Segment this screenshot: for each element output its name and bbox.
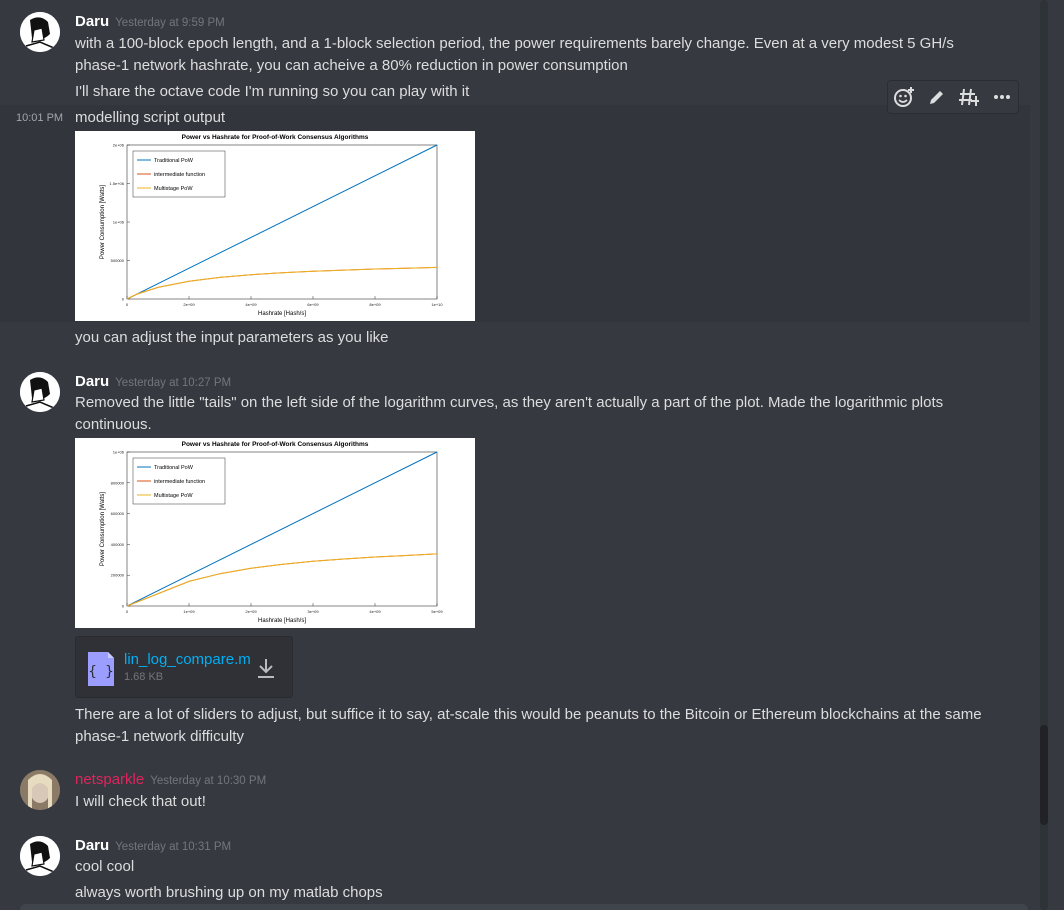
y-tick-label: 200000 xyxy=(111,573,125,578)
code-file-icon: { } xyxy=(88,652,114,686)
avatar[interactable] xyxy=(20,372,60,412)
message-text: phase-1 network hashrate, you can acheiv… xyxy=(75,57,628,74)
y-tick-label: 1e+06 xyxy=(113,220,125,225)
legend-label: intermediate function xyxy=(154,479,205,485)
y-axis-label: Power Consumption [Watts] xyxy=(100,492,106,566)
message-text: you can adjust the input parameters as y… xyxy=(75,329,389,346)
x-tick-label: 4e+09 xyxy=(245,302,257,307)
x-axis-label: Hashrate [Hash/s] xyxy=(258,618,306,624)
username[interactable]: netsparkle xyxy=(75,771,144,788)
avatar[interactable] xyxy=(20,770,60,810)
scrollbar-thumb[interactable] xyxy=(1040,725,1048,825)
x-tick-label: 3e+09 xyxy=(307,609,319,614)
chart-1: Power vs Hashrate for Proof-of-Work Cons… xyxy=(100,134,443,317)
timestamp: Yesterday at 10:27 PM xyxy=(115,377,232,389)
y-tick-label: 1.5e+06 xyxy=(109,181,124,186)
svg-text:{ }: { } xyxy=(88,664,113,680)
legend-label: Traditional PoW xyxy=(154,158,194,164)
timestamp: Yesterday at 9:59 PM xyxy=(115,17,225,29)
message-input-box[interactable] xyxy=(20,904,1028,910)
series-line xyxy=(126,266,438,300)
timestamp: Yesterday at 10:30 PM xyxy=(150,775,267,787)
message-header: Daru Yesterday at 10:27 PM xyxy=(75,373,231,391)
message-text: There are a lot of sliders to adjust, bu… xyxy=(75,706,982,723)
y-tick-label: 1e+06 xyxy=(113,450,125,455)
x-tick-label: 0 xyxy=(126,609,129,614)
edit-icon[interactable] xyxy=(925,85,949,109)
legend-label: Multistage PoW xyxy=(154,186,193,192)
y-tick-label: 500000 xyxy=(111,258,125,263)
username[interactable]: Daru xyxy=(75,837,109,854)
message-text: I will check that out! xyxy=(75,793,206,810)
file-size: 1.68 KB xyxy=(124,671,164,683)
file-attachment[interactable]: { } lin_log_compare.m 1.68 KB xyxy=(75,636,293,698)
series-line xyxy=(126,266,438,300)
legend-label: Traditional PoW xyxy=(154,465,194,471)
y-axis-label: Power Consumption [Watts] xyxy=(100,185,106,259)
legend: Traditional PoW intermediate function Mult… xyxy=(132,457,226,505)
chart-image-2[interactable]: Power vs Hashrate for Proof-of-Work Cons… xyxy=(75,438,475,628)
file-name-link[interactable]: lin_log_compare.m xyxy=(124,651,251,668)
series-line xyxy=(126,553,438,607)
message-text: cool cool xyxy=(75,858,135,875)
download-icon[interactable] xyxy=(256,657,276,679)
x-tick-label: 0 xyxy=(126,302,129,307)
message-text: always worth brushing up on my matlab ch… xyxy=(75,884,383,901)
x-tick-label: 4e+09 xyxy=(369,609,381,614)
add-reaction-icon[interactable] xyxy=(892,85,916,109)
message-text: modelling script output xyxy=(75,109,226,126)
legend-label: intermediate function xyxy=(154,172,205,178)
message-text: Removed the little "tails" on the left s… xyxy=(75,394,944,411)
more-icon[interactable] xyxy=(990,85,1014,109)
y-tick-label: 800000 xyxy=(111,480,125,485)
message-text: phase-1 network difficulty xyxy=(75,728,244,745)
x-tick-label: 1e+10 xyxy=(431,302,443,307)
series-line xyxy=(126,553,438,607)
y-tick-label: 600000 xyxy=(111,511,125,516)
timestamp: Yesterday at 10:31 PM xyxy=(115,841,232,853)
x-tick-label: 2e+09 xyxy=(245,609,257,614)
y-tick-label: 400000 xyxy=(111,542,125,547)
chart-2: Power vs Hashrate for Proof-of-Work Cons… xyxy=(100,441,443,624)
x-axis-label: Hashrate [Hash/s] xyxy=(258,311,306,317)
legend: Traditional PoW intermediate function Mult… xyxy=(132,150,226,198)
x-tick-label: 8e+09 xyxy=(369,302,381,307)
y-tick-label: 2e+06 xyxy=(113,143,125,148)
create-thread-icon[interactable] xyxy=(957,85,981,109)
chart-title: Power vs Hashrate for Proof-of-Work Cons… xyxy=(182,134,369,141)
message-text: continuous. xyxy=(75,416,152,433)
username[interactable]: Daru xyxy=(75,373,109,390)
avatar[interactable] xyxy=(20,12,60,52)
message-header: Daru Yesterday at 9:59 PM xyxy=(75,13,225,31)
avatar[interactable] xyxy=(20,836,60,876)
x-tick-label: 2e+09 xyxy=(183,302,195,307)
chart-image-1[interactable]: Power vs Hashrate for Proof-of-Work Cons… xyxy=(75,131,475,321)
message-text: with a 100-block epoch length, and a 1-b… xyxy=(75,35,954,52)
chart-title: Power vs Hashrate for Proof-of-Work Cons… xyxy=(182,441,369,448)
legend-label: Multistage PoW xyxy=(154,493,193,499)
username[interactable]: Daru xyxy=(75,13,109,30)
y-tick-label: 0 xyxy=(122,297,125,302)
x-tick-label: 6e+09 xyxy=(307,302,319,307)
message-header: netsparkle Yesterday at 10:30 PM xyxy=(75,771,266,789)
x-tick-label: 5e+09 xyxy=(431,609,443,614)
side-timestamp: 10:01 PM xyxy=(16,112,64,124)
y-tick-label: 0 xyxy=(122,604,125,609)
message-header: Daru Yesterday at 10:31 PM xyxy=(75,837,231,855)
x-tick-label: 1e+09 xyxy=(183,609,195,614)
